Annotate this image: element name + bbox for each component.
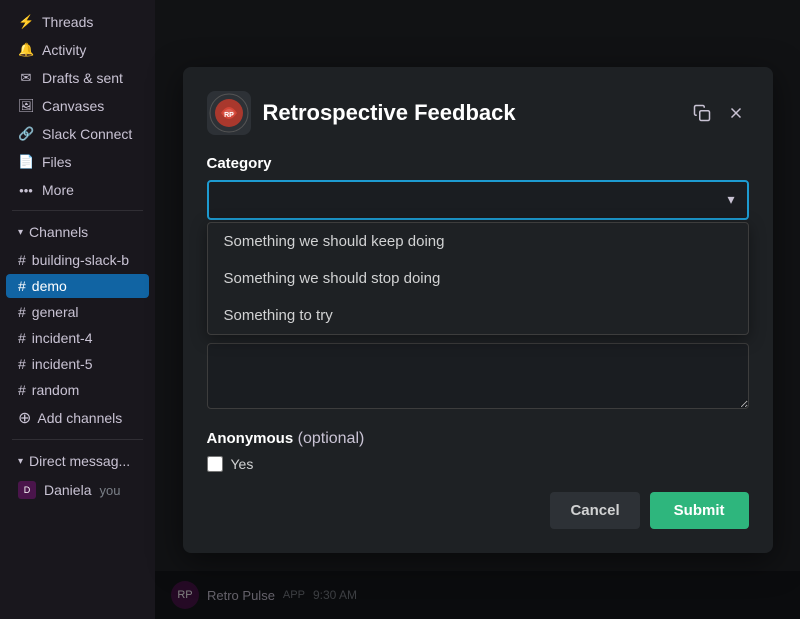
hash-icon: # bbox=[18, 330, 26, 346]
dropdown-item-1[interactable]: Something we should stop doing bbox=[208, 260, 748, 297]
sidebar-item-label: Canvases bbox=[42, 98, 104, 114]
svg-text:RP: RP bbox=[224, 112, 234, 119]
category-label: Category bbox=[207, 155, 749, 172]
dm-header-label: Direct messag... bbox=[29, 453, 130, 469]
category-field: Category ▾ Something we should keep doin… bbox=[207, 155, 749, 335]
feedback-textarea[interactable] bbox=[207, 343, 749, 409]
anonymous-section: Anonymous (optional) Yes bbox=[207, 430, 749, 472]
checkbox-label[interactable]: Yes bbox=[231, 456, 254, 472]
select-container: ▾ Something we should keep doing Somethi… bbox=[207, 180, 749, 335]
sidebar-item-label: Files bbox=[42, 154, 72, 170]
sidebar-divider bbox=[12, 210, 143, 211]
hash-icon: # bbox=[18, 382, 26, 398]
threads-icon: ⚡ bbox=[18, 14, 34, 30]
channel-item-random[interactable]: # random bbox=[6, 378, 149, 402]
sidebar-item-drafts[interactable]: ✉ Drafts & sent bbox=[6, 65, 149, 91]
sidebar-item-slack-connect[interactable]: 🔗 Slack Connect bbox=[6, 121, 149, 147]
close-button[interactable] bbox=[723, 100, 749, 126]
activity-icon: 🔔 bbox=[18, 42, 34, 58]
dropdown-menu: Something we should keep doing Something… bbox=[207, 222, 749, 335]
anonymous-optional: (optional) bbox=[298, 430, 365, 447]
hash-icon: # bbox=[18, 304, 26, 320]
dm-item-daniela[interactable]: D Daniela you bbox=[6, 477, 149, 503]
category-select[interactable]: ▾ bbox=[207, 180, 749, 220]
anonymous-label: Anonymous bbox=[207, 430, 294, 447]
checkbox-row: Yes bbox=[207, 456, 749, 472]
channel-name: random bbox=[32, 382, 79, 398]
channels-header-label: Channels bbox=[29, 224, 88, 240]
cancel-button[interactable]: Cancel bbox=[550, 492, 639, 529]
dm-name: Daniela bbox=[44, 482, 91, 498]
files-icon: 📄 bbox=[18, 154, 34, 170]
more-icon: ••• bbox=[18, 183, 34, 198]
main-area: RP Retrospective Feedback bbox=[155, 0, 800, 619]
feedback-section bbox=[207, 343, 749, 414]
sidebar: ⚡ Threads 🔔 Activity ✉ Drafts & sent 🖼 C… bbox=[0, 0, 155, 619]
chevron-down-icon: ▾ bbox=[727, 191, 734, 208]
sidebar-divider-2 bbox=[12, 439, 143, 440]
channel-item-building-slack-b[interactable]: # building-slack-b bbox=[6, 248, 149, 272]
sidebar-item-threads[interactable]: ⚡ Threads bbox=[6, 9, 149, 35]
dm-sub: you bbox=[99, 483, 120, 498]
channel-name: incident-5 bbox=[32, 356, 93, 372]
channel-name: incident-4 bbox=[32, 330, 93, 346]
drafts-icon: ✉ bbox=[18, 70, 34, 86]
sidebar-item-files[interactable]: 📄 Files bbox=[6, 149, 149, 175]
sidebar-item-label: Threads bbox=[42, 14, 93, 30]
plus-icon: ⊕ bbox=[18, 408, 31, 428]
hash-icon: # bbox=[18, 278, 26, 294]
hash-icon: # bbox=[18, 252, 26, 268]
sidebar-item-label: Slack Connect bbox=[42, 126, 132, 142]
channel-name: demo bbox=[32, 278, 67, 294]
dropdown-item-0[interactable]: Something we should keep doing bbox=[208, 223, 748, 260]
sidebar-item-label: More bbox=[42, 182, 74, 198]
modal-header: RP Retrospective Feedback bbox=[207, 91, 749, 135]
channel-item-general[interactable]: # general bbox=[6, 300, 149, 324]
channel-name: general bbox=[32, 304, 79, 320]
submit-button[interactable]: Submit bbox=[650, 492, 749, 529]
canvases-icon: 🖼 bbox=[18, 98, 34, 114]
hash-icon: # bbox=[18, 356, 26, 372]
app-logo: RP bbox=[207, 91, 251, 135]
dm-section-header[interactable]: ▾ Direct messag... bbox=[6, 447, 149, 475]
modal-overlay: RP Retrospective Feedback bbox=[155, 0, 800, 619]
channel-item-incident-4[interactable]: # incident-4 bbox=[6, 326, 149, 350]
channel-item-demo[interactable]: # demo bbox=[6, 274, 149, 298]
sidebar-item-more[interactable]: ••• More bbox=[6, 177, 149, 203]
channel-item-incident-5[interactable]: # incident-5 bbox=[6, 352, 149, 376]
modal-actions bbox=[689, 100, 749, 126]
add-channel-button[interactable]: ⊕ Add channels bbox=[6, 404, 149, 432]
channels-section-header[interactable]: ▾ Channels bbox=[6, 218, 149, 246]
copy-button[interactable] bbox=[689, 100, 715, 126]
sidebar-item-label: Drafts & sent bbox=[42, 70, 123, 86]
sidebar-item-canvases[interactable]: 🖼 Canvases bbox=[6, 93, 149, 119]
anonymous-checkbox[interactable] bbox=[207, 456, 223, 472]
modal: RP Retrospective Feedback bbox=[183, 67, 773, 553]
sidebar-item-activity[interactable]: 🔔 Activity bbox=[6, 37, 149, 63]
dropdown-item-2[interactable]: Something to try bbox=[208, 297, 748, 334]
modal-footer: Cancel Submit bbox=[207, 492, 749, 529]
modal-title: Retrospective Feedback bbox=[263, 100, 677, 126]
channel-name: building-slack-b bbox=[32, 252, 129, 268]
sidebar-item-label: Activity bbox=[42, 42, 86, 58]
add-channel-label: Add channels bbox=[37, 410, 122, 426]
avatar: D bbox=[18, 481, 36, 499]
chevron-down-icon: ▾ bbox=[18, 456, 23, 467]
slack-connect-icon: 🔗 bbox=[18, 126, 34, 142]
chevron-down-icon: ▾ bbox=[18, 227, 23, 238]
